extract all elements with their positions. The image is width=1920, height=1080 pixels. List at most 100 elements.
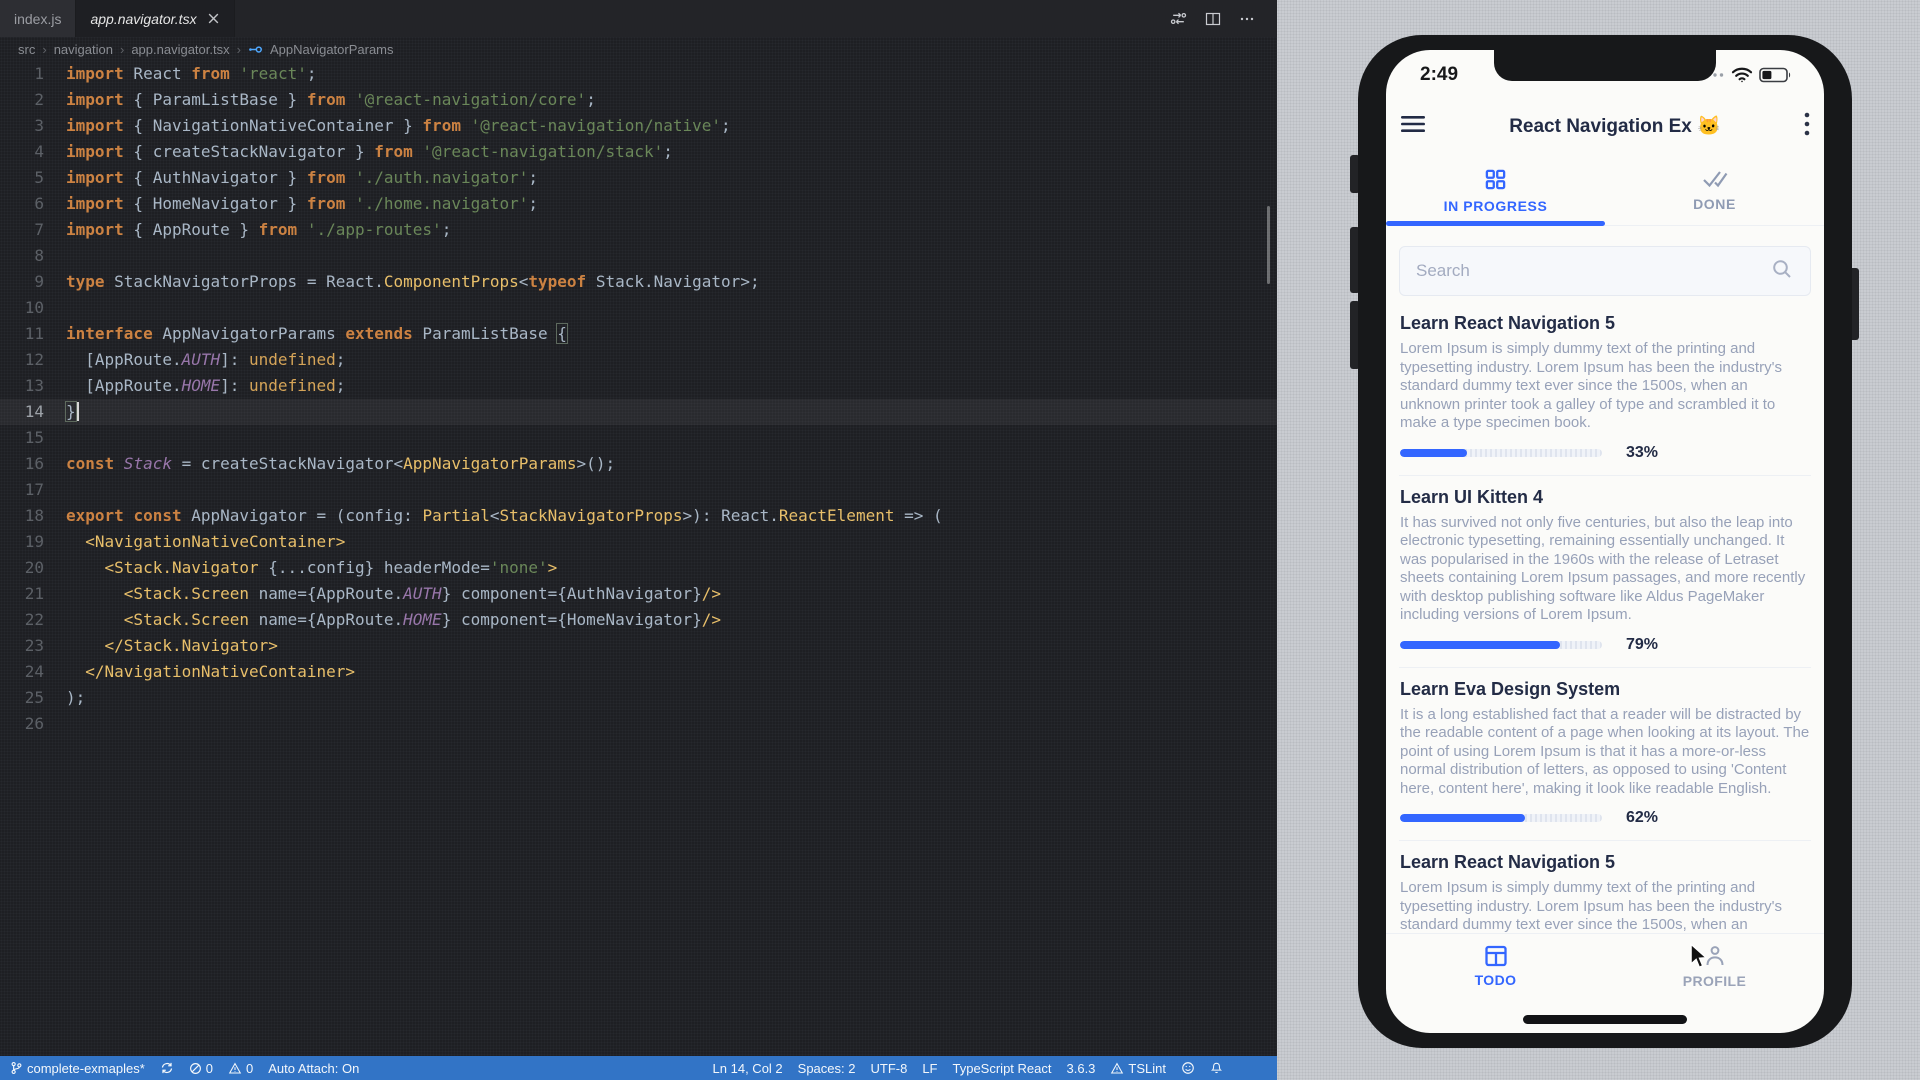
status-item[interactable]: TypeScript React — [953, 1061, 1052, 1076]
status-item-label: 0 — [206, 1061, 213, 1076]
menu-icon[interactable] — [1400, 114, 1426, 134]
status-item-label: TypeScript React — [953, 1061, 1052, 1076]
warning-icon — [1110, 1062, 1124, 1075]
code-line: 22 <Stack.Screen name={AppRoute.HOME} co… — [0, 607, 1277, 633]
code-line-text: const Stack = createStackNavigator<AppNa… — [66, 451, 615, 477]
open-changes-icon[interactable] — [1170, 10, 1187, 27]
status-item-label: TSLint — [1128, 1061, 1166, 1076]
code-line: 21 <Stack.Screen name={AppRoute.AUTH} co… — [0, 581, 1277, 607]
line-number: 17 — [0, 477, 66, 503]
todo-list: Learn React Navigation 5 Lorem Ipsum is s… — [1386, 302, 1824, 933]
status-item[interactable] — [1210, 1061, 1223, 1075]
code-line: 20 <Stack.Navigator {...config} headerMo… — [0, 555, 1277, 581]
line-number: 9 — [0, 269, 66, 295]
status-item[interactable] — [1181, 1061, 1195, 1075]
status-item[interactable]: TSLint — [1110, 1061, 1166, 1076]
progress-bar — [1400, 814, 1602, 822]
line-number: 22 — [0, 607, 66, 633]
progress-fill — [1400, 641, 1560, 649]
tab-done[interactable]: DONE — [1605, 156, 1824, 225]
code-line: 2import { ParamListBase } from '@react-n… — [0, 87, 1277, 113]
card-title: Learn React Navigation 5 — [1400, 313, 1810, 334]
status-item[interactable]: Spaces: 2 — [798, 1061, 856, 1076]
app-header: React Navigation Ex 🐱 — [1386, 100, 1824, 152]
status-item[interactable]: 0 — [189, 1061, 213, 1076]
todo-card[interactable]: Learn Eva Design SystemIt is a long esta… — [1399, 668, 1811, 842]
breadcrumb-item[interactable]: AppNavigatorParams — [270, 42, 394, 57]
status-item[interactable]: Ln 14, Col 2 — [713, 1061, 783, 1076]
status-item[interactable]: LF — [922, 1061, 937, 1076]
vscode-window: index.jsapp.navigator.tsx src›navigation… — [0, 0, 1277, 1080]
bottom-tab-label: PROFILE — [1683, 973, 1746, 989]
code-line: 25); — [0, 685, 1277, 711]
home-indicator-area — [1386, 999, 1824, 1033]
code-line-text: <Stack.Screen name={AppRoute.HOME} compo… — [66, 607, 721, 633]
line-number: 16 — [0, 451, 66, 477]
code-line: 4import { createStackNavigator } from '@… — [0, 139, 1277, 165]
line-number: 25 — [0, 685, 66, 711]
code-line: 9type StackNavigatorProps = React.Compon… — [0, 269, 1277, 295]
status-item[interactable]: complete-exmaples* — [10, 1061, 145, 1076]
code-line: 26 — [0, 711, 1277, 737]
line-number: 19 — [0, 529, 66, 555]
progress-label: 79% — [1626, 636, 1658, 654]
progress-fill — [1400, 449, 1467, 457]
smiley-icon — [1181, 1061, 1195, 1075]
code-line: 15 — [0, 425, 1277, 451]
line-number: 5 — [0, 165, 66, 191]
search-input[interactable]: Search — [1399, 246, 1811, 296]
code-editor[interactable]: 1import React from 'react';2import { Par… — [0, 61, 1277, 1056]
top-tab-bar: IN PROGRESS DONE — [1386, 156, 1824, 226]
code-line: 6import { HomeNavigator } from './home.n… — [0, 191, 1277, 217]
todo-card[interactable]: Learn React Navigation 5Lorem Ipsum is s… — [1399, 841, 1811, 933]
close-icon[interactable] — [207, 12, 220, 25]
status-item[interactable] — [160, 1061, 174, 1075]
code-line-text: import { AuthNavigator } from './auth.na… — [66, 165, 538, 191]
editor-scrollbar[interactable] — [1267, 206, 1270, 284]
status-item[interactable]: UTF-8 — [870, 1061, 907, 1076]
code-line: 10 — [0, 295, 1277, 321]
editor-tab-label: app.navigator.tsx — [90, 11, 196, 27]
todo-card[interactable]: Learn UI Kitten 4It has survived not onl… — [1399, 476, 1811, 668]
todo-card[interactable]: Learn React Navigation 5Lorem Ipsum is s… — [1399, 302, 1811, 476]
warning-icon — [228, 1062, 242, 1075]
progress-row: 79% — [1400, 636, 1810, 654]
phone-screen: 2:49 React Navigation Ex 🐱 IN PROGRESSDO… — [1386, 50, 1824, 1033]
editor-tab[interactable]: app.navigator.tsx — [76, 0, 234, 37]
code-line: 17 — [0, 477, 1277, 503]
bottom-tab-todo[interactable]: TODO — [1386, 934, 1605, 999]
status-item[interactable]: Auto Attach: On — [268, 1061, 359, 1076]
status-item[interactable]: 0 — [228, 1061, 253, 1076]
breadcrumb-item[interactable]: src — [18, 42, 35, 57]
active-tab-indicator — [1386, 221, 1605, 226]
code-line: 16const Stack = createStackNavigator<App… — [0, 451, 1277, 477]
phone-frame: 2:49 React Navigation Ex 🐱 IN PROGRESSDO… — [1358, 35, 1852, 1048]
search-placeholder: Search — [1416, 261, 1770, 281]
code-line-text: type StackNavigatorProps = React.Compone… — [66, 269, 760, 295]
breadcrumb-item[interactable]: app.navigator.tsx — [131, 42, 229, 57]
code-line: 11interface AppNavigatorParams extends P… — [0, 321, 1277, 347]
line-number: 3 — [0, 113, 66, 139]
more-actions-icon[interactable] — [1239, 11, 1255, 27]
code-line-text: import { NavigationNativeContainer } fro… — [66, 113, 731, 139]
line-number: 8 — [0, 243, 66, 269]
line-number: 7 — [0, 217, 66, 243]
code-line-text: [AppRoute.AUTH]: undefined; — [66, 347, 345, 373]
tab-label: DONE — [1693, 196, 1736, 212]
home-indicator[interactable] — [1523, 1015, 1687, 1024]
search-icon — [1770, 257, 1794, 281]
kebab-icon[interactable] — [1804, 112, 1810, 136]
text-cursor — [77, 402, 79, 421]
editor-tab[interactable]: index.js — [0, 0, 76, 37]
status-item[interactable]: 3.6.3 — [1067, 1061, 1096, 1076]
split-editor-icon[interactable] — [1205, 11, 1221, 27]
error-icon — [189, 1062, 202, 1075]
card-body: Lorem Ipsum is simply dummy text of the … — [1400, 879, 1810, 933]
card-title: Learn Eva Design System — [1400, 679, 1810, 700]
breadcrumb-item[interactable]: navigation — [54, 42, 113, 57]
bottom-tab-profile[interactable]: PROFILE — [1605, 934, 1824, 999]
tab-in-progress[interactable]: IN PROGRESS — [1386, 156, 1605, 225]
line-number: 6 — [0, 191, 66, 217]
card-title: Learn UI Kitten 4 — [1400, 487, 1810, 508]
line-number: 14 — [0, 399, 66, 425]
